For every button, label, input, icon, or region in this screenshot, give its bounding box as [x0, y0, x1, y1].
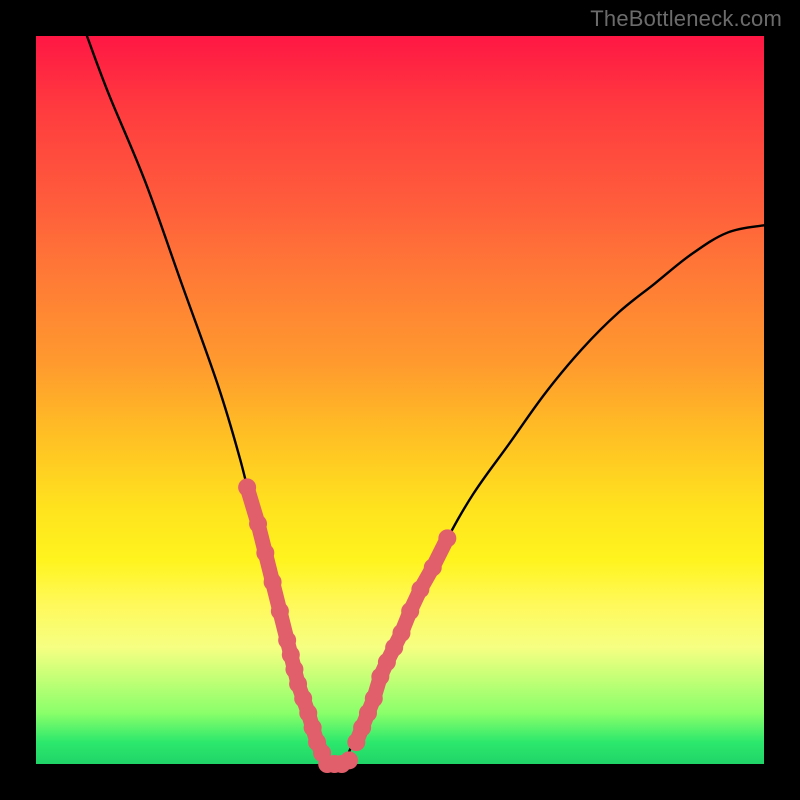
chart-svg — [36, 36, 764, 764]
watermark-text: TheBottleneck.com — [590, 6, 782, 32]
curve-marker — [438, 529, 456, 547]
curve-marker — [340, 751, 358, 769]
bottleneck-curve — [87, 36, 764, 767]
plot-area — [36, 36, 764, 764]
chart-frame: TheBottleneck.com — [0, 0, 800, 800]
